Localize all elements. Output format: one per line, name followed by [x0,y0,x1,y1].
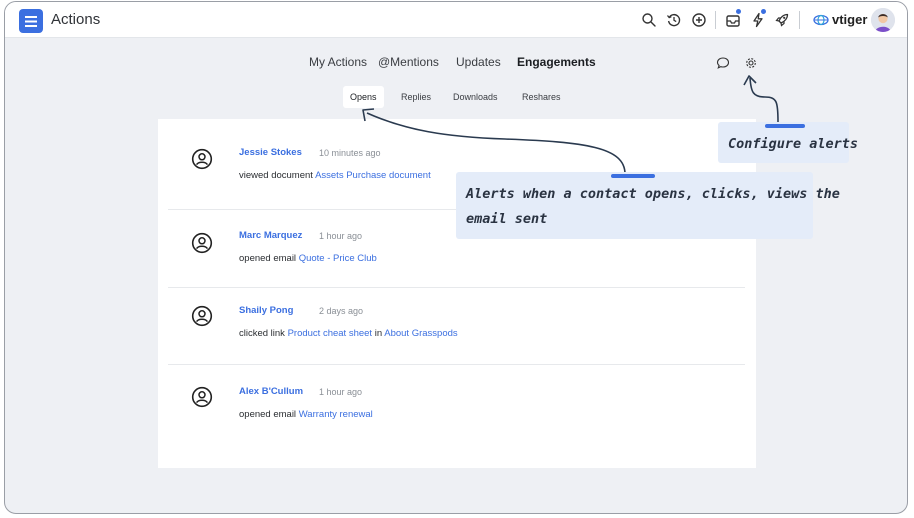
callout-marker [765,124,805,128]
callout-text-line1: Alerts when a contact opens, clicks, vie… [466,186,840,202]
alerts-callout: Alerts when a contact opens, clicks, vie… [456,172,840,239]
callout-text: Configure alerts [728,136,859,152]
callout-text-line2: email sent [466,211,548,227]
app-window: Actions vtiger My Actions @Mentions Upda… [4,1,908,514]
callout-marker [611,174,655,178]
configure-alerts-callout: Configure alerts [718,122,858,163]
annotation-arrows [362,75,779,175]
